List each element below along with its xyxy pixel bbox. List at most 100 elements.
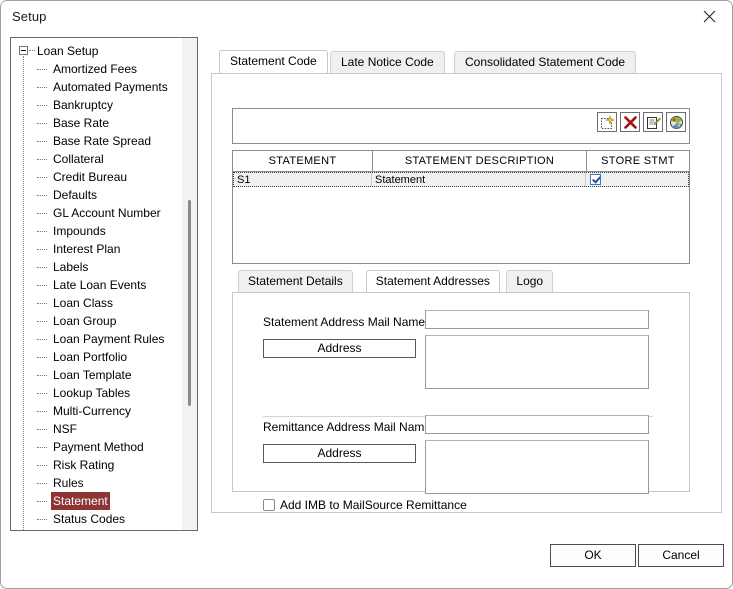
grid-column-header[interactable]: STATEMENT DESCRIPTION (373, 151, 587, 171)
statement-addresses-panel: Statement Address Mail Name Address Remi… (232, 292, 690, 512)
add-imb-checkbox[interactable] (263, 499, 275, 511)
sidebar-item-loan-payment-rules[interactable]: Loan Payment Rules (11, 330, 183, 348)
sidebar-item-base-rate[interactable]: Base Rate (11, 114, 183, 132)
sidebar-item-label: Loan Template (53, 368, 132, 382)
sidebar-item-label: Rules (53, 476, 84, 490)
grid-header-row: STATEMENT STATEMENT DESCRIPTION STORE STMT (233, 151, 689, 172)
tree-item-connector (37, 393, 47, 394)
grid-column-header[interactable]: STATEMENT (233, 151, 373, 171)
sidebar-item-label: Risk Rating (53, 458, 115, 472)
top-tab-strip: Statement Code Late Notice Code Consolidat… (211, 50, 722, 73)
statement-address-textarea[interactable] (425, 335, 649, 389)
sidebar-item-label: Automated Payments (53, 80, 168, 94)
sidebar-item-label: Lookup Tables (53, 386, 131, 400)
add-record-button[interactable] (597, 112, 617, 132)
sidebar-item-late-loan-events[interactable]: Late Loan Events (11, 276, 183, 294)
main-content-area: Statement Code Late Notice Code Consolidat… (211, 50, 722, 513)
sidebar-item-collateral[interactable]: Collateral (11, 150, 183, 168)
remittance-address-button[interactable]: Address (263, 444, 416, 463)
sidebar-item-status-codes[interactable]: Status Codes (11, 510, 183, 528)
sidebar-item-interest-plan[interactable]: Interest Plan (11, 240, 183, 258)
sidebar-item-base-rate-spread[interactable]: Base Rate Spread (11, 132, 183, 150)
sidebar-item-rules[interactable]: Rules (11, 474, 183, 492)
sidebar-item-multi-currency[interactable]: Multi-Currency (11, 402, 183, 420)
inner-tab-strip: Statement Details Statement Addresses Logo (232, 270, 690, 292)
store-stmt-checkbox-checked-icon[interactable] (590, 174, 601, 185)
sidebar-item-gl-account-number[interactable]: GL Account Number (11, 204, 183, 222)
close-window-button[interactable] (686, 1, 732, 32)
sidebar-item-label: NSF (53, 422, 77, 436)
inner-tab-statement-details[interactable]: Statement Details (238, 270, 353, 292)
edit-record-button[interactable] (643, 112, 663, 132)
tree-item-connector (37, 105, 47, 106)
grid-column-header[interactable]: STORE STMT (587, 151, 689, 171)
grid-cell-store-stmt[interactable] (586, 173, 688, 186)
inner-tab-label: Statement Details (248, 274, 343, 288)
sidebar-item-label: Suspense Accounts (51, 528, 160, 530)
sidebar-item-nsf[interactable]: NSF (11, 420, 183, 438)
sidebar-item-label: Collateral (53, 152, 104, 166)
close-icon (703, 10, 715, 23)
add-imb-checkbox-row[interactable]: Add IMB to MailSource Remittance (263, 498, 467, 512)
tree-item-connector (37, 123, 47, 124)
sidebar-item-label: Base Rate (53, 116, 110, 130)
palette-icon (669, 115, 683, 129)
sidebar-item-label: Loan Class (53, 296, 114, 310)
sidebar-item-defaults[interactable]: Defaults (11, 186, 183, 204)
sidebar-item-automated-payments[interactable]: Automated Payments (11, 78, 183, 96)
statement-address-mail-name-label: Statement Address Mail Name (263, 315, 426, 329)
tree-item-connector (37, 159, 47, 160)
ok-button[interactable]: OK (550, 544, 636, 567)
inner-tab-logo[interactable]: Logo (506, 270, 554, 292)
sidebar-item-loan-group[interactable]: Loan Group (11, 312, 183, 330)
tree-scrollbar[interactable] (182, 38, 197, 530)
tree-item-connector (37, 87, 47, 88)
palette-button[interactable] (666, 112, 686, 132)
grid-cell-statement: S1 (234, 173, 372, 186)
inner-tab-label: Statement Addresses (375, 274, 490, 288)
sidebar-item-risk-rating[interactable]: Risk Rating (11, 456, 183, 474)
remittance-address-textarea[interactable] (425, 440, 649, 494)
sidebar-item-credit-bureau[interactable]: Credit Bureau (11, 168, 183, 186)
tab-consolidated-statement-code[interactable]: Consolidated Statement Code (454, 51, 637, 73)
sidebar-item-loan-template[interactable]: Loan Template (11, 366, 183, 384)
sidebar-item-label: Status Codes (53, 512, 126, 526)
sidebar-item-statement[interactable]: Statement (11, 492, 183, 510)
tree-item-connector (37, 321, 47, 322)
sidebar-item-label: Impounds (53, 224, 106, 238)
delete-record-button[interactable] (620, 112, 640, 132)
sidebar-item-label: Credit Bureau (53, 170, 128, 184)
remittance-address-mail-name-input[interactable] (425, 415, 649, 434)
sidebar-item-impounds[interactable]: Impounds (11, 222, 183, 240)
grid-row[interactable]: S1 Statement (233, 172, 689, 187)
tree-item-connector (37, 465, 47, 466)
tree-item-connector (37, 177, 47, 178)
statement-address-button[interactable]: Address (263, 339, 416, 358)
title-bar: Setup (1, 1, 732, 33)
tree-item-connector (37, 357, 47, 358)
sidebar-item-label: Late Loan Events (53, 278, 147, 292)
sidebar-item-suspense-accounts[interactable]: Suspense Accounts (11, 528, 183, 530)
collapse-expander-icon[interactable] (19, 46, 28, 55)
tab-label: Late Notice Code (341, 55, 434, 69)
sidebar-item-loan-portfolio[interactable]: Loan Portfolio (11, 348, 183, 366)
statement-address-mail-name-input[interactable] (425, 310, 649, 329)
tree-root-node[interactable]: Loan Setup (11, 42, 183, 60)
cancel-button[interactable]: Cancel (638, 544, 724, 567)
add-imb-checkbox-label: Add IMB to MailSource Remittance (280, 498, 467, 512)
sidebar-item-label: Loan Portfolio (53, 350, 128, 364)
sidebar-item-amortized-fees[interactable]: Amortized Fees (11, 60, 183, 78)
sidebar-item-bankruptcy[interactable]: Bankruptcy (11, 96, 183, 114)
delete-record-icon (623, 115, 637, 129)
sidebar-item-payment-method[interactable]: Payment Method (11, 438, 183, 456)
inner-tab-statement-addresses[interactable]: Statement Addresses (365, 270, 500, 292)
sidebar-item-labels[interactable]: Labels (11, 258, 183, 276)
tree-scrollbar-thumb[interactable] (188, 200, 191, 406)
tree-item-connector (37, 339, 47, 340)
sidebar-item-lookup-tables[interactable]: Lookup Tables (11, 384, 183, 402)
sidebar-item-loan-class[interactable]: Loan Class (11, 294, 183, 312)
tree-item-connector (37, 519, 47, 520)
tab-statement-code[interactable]: Statement Code (219, 50, 328, 73)
sidebar-item-label: Base Rate Spread (53, 134, 152, 148)
tab-late-notice-code[interactable]: Late Notice Code (330, 51, 445, 73)
